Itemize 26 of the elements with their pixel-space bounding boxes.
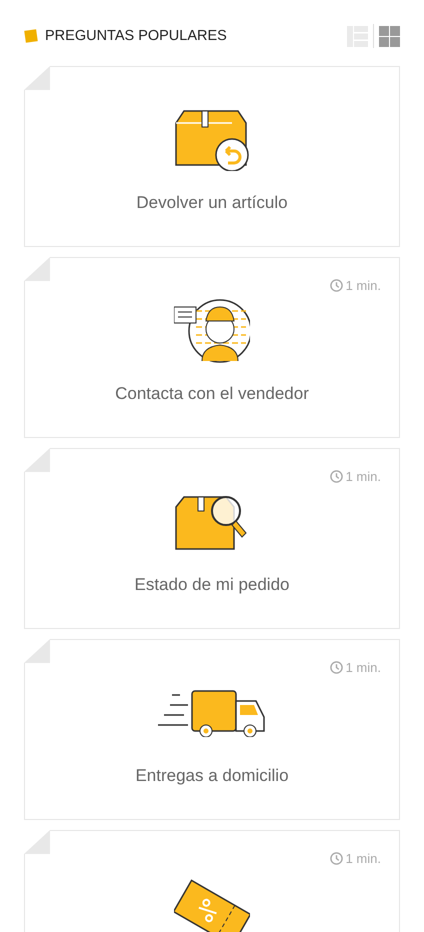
- clock-icon: [330, 470, 343, 483]
- question-card[interactable]: 1 min. Estado de mi pedido: [24, 448, 400, 629]
- card-title: Contacta con el vendedor: [115, 384, 309, 404]
- duration-label: 1 min.: [346, 851, 381, 866]
- question-card[interactable]: Devolver un artículo: [24, 66, 400, 247]
- duration-label: 1 min.: [346, 469, 381, 484]
- box-icon: [174, 109, 250, 171]
- folded-corner-icon: [24, 257, 50, 281]
- folded-corner-icon: [24, 639, 50, 663]
- section-title: PREGUNTAS POPULARES: [45, 28, 227, 44]
- card-title: Estado de mi pedido: [134, 575, 290, 595]
- folded-corner-icon: [24, 66, 50, 90]
- folded-corner-icon: [24, 830, 50, 854]
- card-title: Devolver un artículo: [136, 193, 288, 213]
- clock-icon: [330, 661, 343, 674]
- card-title: Entregas a domicilio: [135, 766, 289, 786]
- clock-icon: [330, 852, 343, 865]
- clock-icon: [330, 279, 343, 292]
- question-card[interactable]: 1 min. Entregas a domicilio: [24, 639, 400, 820]
- worker-icon: [174, 299, 250, 363]
- grid-view-button[interactable]: [379, 26, 400, 46]
- truck-icon: [158, 689, 266, 737]
- folded-corner-icon: [24, 448, 50, 472]
- duration-label: 1 min.: [346, 278, 381, 293]
- duration-label: 1 min.: [346, 660, 381, 675]
- question-card[interactable]: 1 min. Contacta con el vendedor: [24, 257, 400, 438]
